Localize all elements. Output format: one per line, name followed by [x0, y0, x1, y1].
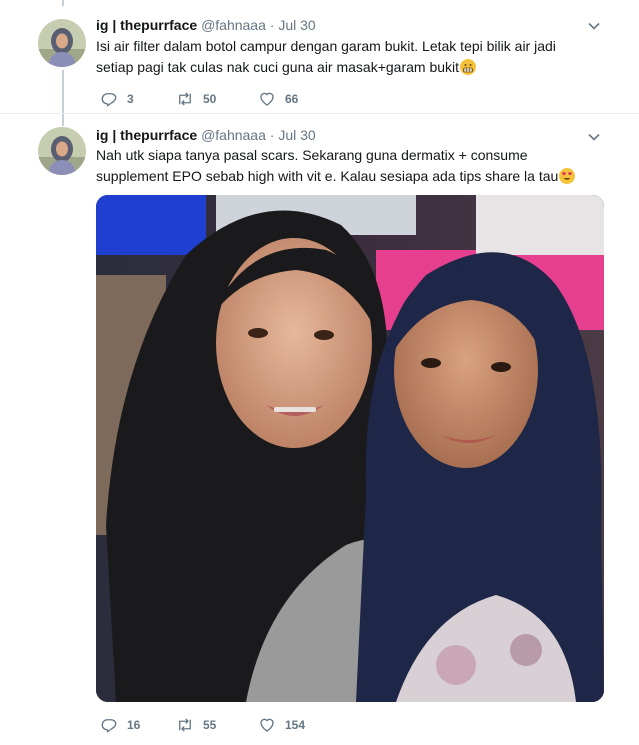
- tweet[interactable]: ig | thepurrface @fahnaaa · Jul 30 Nah u…: [0, 114, 639, 745]
- heart-icon: [260, 718, 274, 732]
- reply-count: 16: [127, 718, 141, 732]
- reply-count: 3: [127, 92, 134, 106]
- tweet-header: ig | thepurrface @fahnaaa · Jul 30: [96, 126, 316, 144]
- dot-separator: ·: [269, 127, 275, 143]
- tweet[interactable]: ig | thepurrface @fahnaaa · Jul 30 Isi a…: [0, 0, 639, 113]
- like-button[interactable]: 154: [258, 714, 305, 736]
- heart-eyes-emoji: [559, 168, 576, 184]
- display-name[interactable]: ig | thepurrface: [96, 17, 197, 33]
- user-handle[interactable]: @fahnaaa: [201, 17, 266, 33]
- reply-icon: [101, 93, 117, 107]
- tweet-text-content: Isi air filter dalam botol campur dengan…: [96, 38, 556, 75]
- selfie-photo: [96, 195, 604, 702]
- like-button[interactable]: 66: [258, 88, 298, 110]
- tweet-text: Nah utk siapa tanya pasal scars. Sekaran…: [96, 145, 596, 187]
- reply-button[interactable]: 3: [100, 88, 134, 110]
- heart-icon: [260, 92, 274, 106]
- avatar[interactable]: [38, 127, 86, 175]
- retweet-icon: [179, 718, 191, 732]
- timestamp[interactable]: Jul 30: [278, 127, 315, 143]
- retweet-count: 50: [203, 92, 217, 106]
- tweet-header: ig | thepurrface @fahnaaa · Jul 30: [96, 16, 316, 34]
- retweet-button[interactable]: 50: [176, 88, 216, 110]
- retweet-icon: [179, 92, 191, 106]
- like-count: 154: [285, 718, 306, 732]
- reply-button[interactable]: 16: [100, 714, 140, 736]
- timestamp[interactable]: Jul 30: [278, 17, 315, 33]
- chevron-down-icon[interactable]: [587, 19, 601, 33]
- reply-icon: [101, 719, 117, 733]
- tweet-text-content: Nah utk siapa tanya pasal scars. Sekaran…: [96, 147, 559, 184]
- retweet-count: 55: [203, 718, 217, 732]
- user-handle[interactable]: @fahnaaa: [201, 127, 266, 143]
- avatar[interactable]: [38, 19, 86, 67]
- dot-separator: ·: [269, 17, 275, 33]
- grimacing-face-emoji: [460, 59, 477, 75]
- like-count: 66: [285, 92, 299, 106]
- tweet-text: Isi air filter dalam botol campur dengan…: [96, 36, 596, 78]
- tweet-photo[interactable]: [96, 195, 604, 702]
- chevron-down-icon[interactable]: [587, 130, 601, 144]
- display-name[interactable]: ig | thepurrface: [96, 127, 197, 143]
- retweet-button[interactable]: 55: [176, 714, 216, 736]
